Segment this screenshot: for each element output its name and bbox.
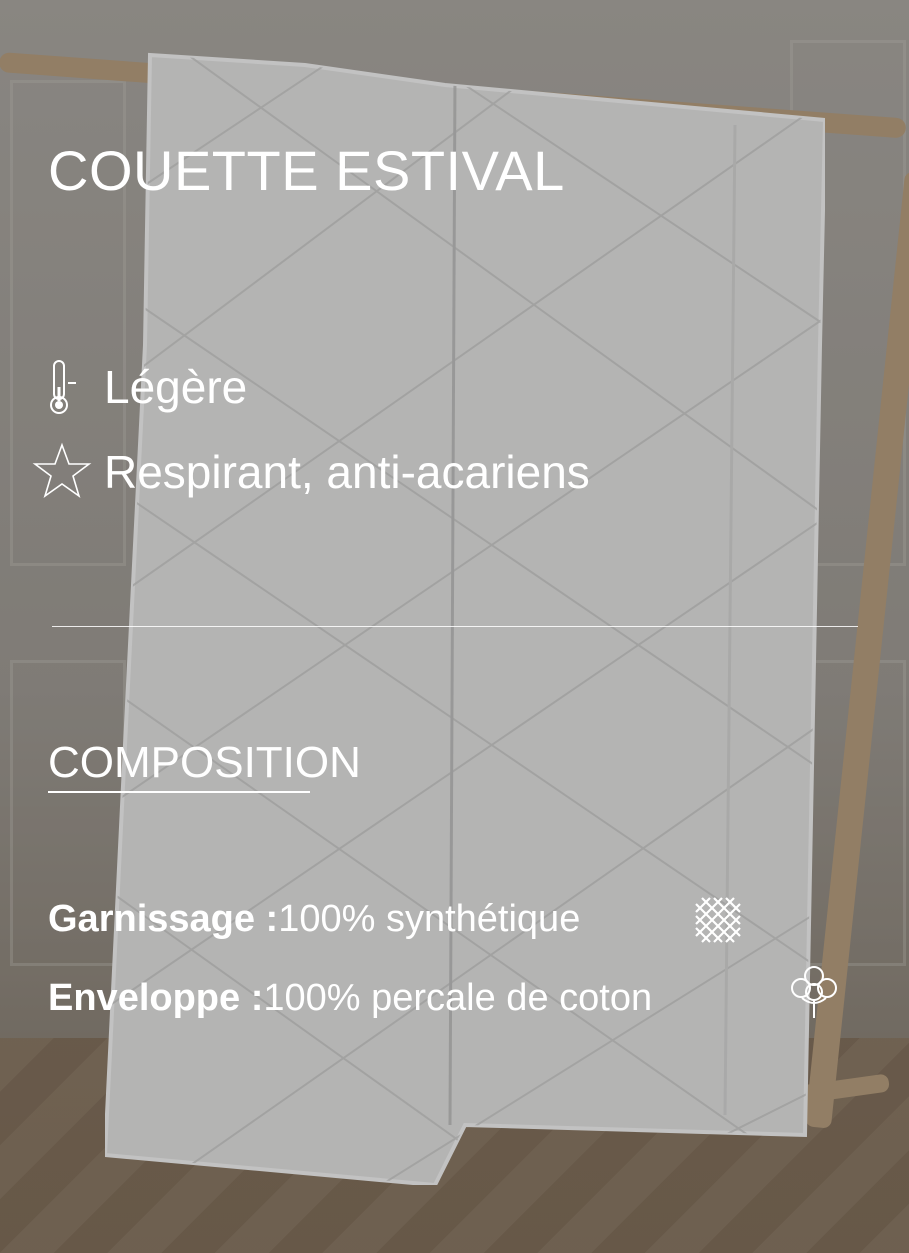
synthetic-fiber-icon [695, 897, 741, 943]
composition-value: 100% synthétique [278, 898, 581, 940]
feature-label: Respirant, anti-acariens [104, 446, 590, 498]
feature-item: Légère [30, 355, 247, 419]
composition-key: Garnissage : [48, 898, 279, 940]
star-icon [30, 440, 94, 504]
product-title: COUETTE ESTIVAL [48, 139, 565, 202]
thermometer-icon [30, 355, 94, 419]
feature-item: Respirant, anti-acariens [30, 440, 590, 504]
composition-row: Garnissage : 100% synthétique [48, 898, 580, 941]
composition-title: COMPOSITION [48, 738, 361, 787]
composition-key: Enveloppe : [48, 977, 264, 1019]
cotton-flower-icon [791, 966, 837, 1018]
info-content: COUETTE ESTIVAL Légère Respirant, anti-a… [0, 0, 909, 1253]
product-banner: COUETTE ESTIVAL Légère Respirant, anti-a… [0, 0, 909, 1253]
divider [52, 626, 858, 627]
composition-row: Enveloppe : 100% percale de coton [48, 977, 652, 1020]
composition-underline [48, 791, 310, 793]
feature-label: Légère [104, 361, 248, 413]
composition-value: 100% percale de coton [263, 977, 653, 1019]
